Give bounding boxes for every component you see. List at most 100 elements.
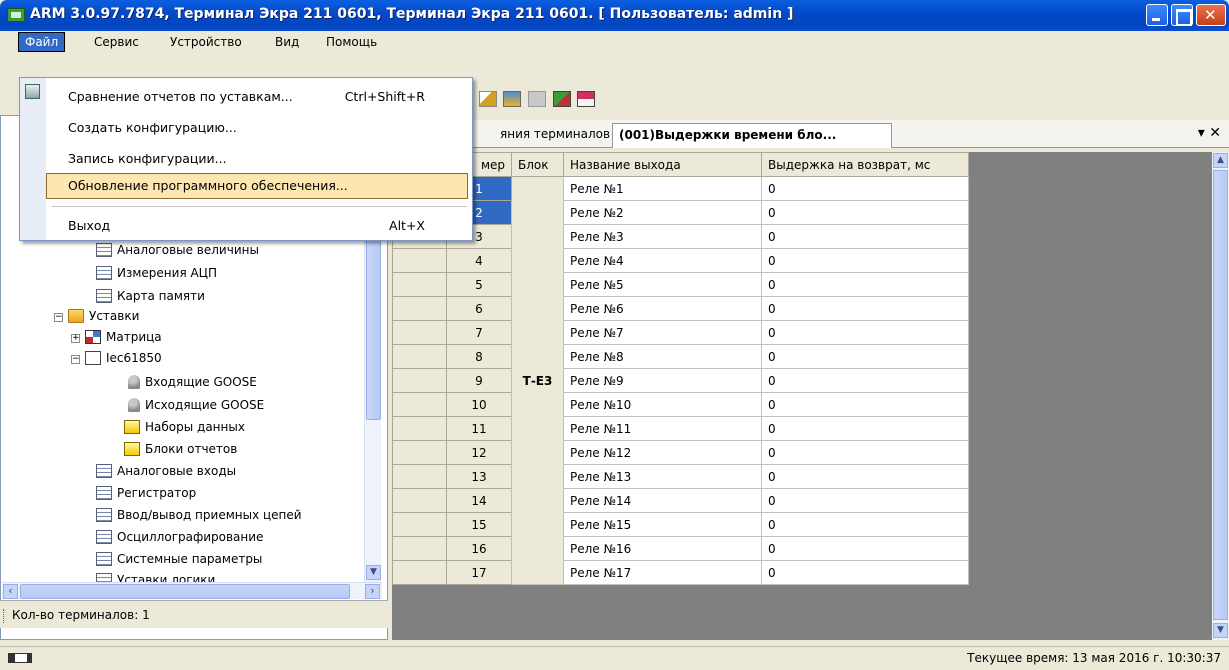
close-button[interactable] xyxy=(1196,4,1226,26)
column-header-name[interactable]: Название выхода xyxy=(563,152,762,177)
save-icon[interactable] xyxy=(503,91,521,107)
tree-item-recorder[interactable]: Регистратор xyxy=(96,483,196,503)
delay-cell[interactable]: 0 xyxy=(761,440,969,465)
tree-item-iec61850[interactable]: Iec61850 xyxy=(85,348,162,368)
delay-cell[interactable]: 0 xyxy=(761,200,969,225)
row-header[interactable] xyxy=(392,416,447,441)
output-name-cell[interactable]: Реле №13 xyxy=(563,464,762,489)
tree-item-logic-settings[interactable]: Уставки логики xyxy=(96,570,215,582)
row-header[interactable] xyxy=(392,392,447,417)
delay-cell[interactable]: 0 xyxy=(761,176,969,201)
expand-icon[interactable]: + xyxy=(71,334,80,343)
menu-item-compare-reports[interactable]: Сравнение отчетов по уставкам... Ctrl+Sh… xyxy=(47,85,467,109)
delay-cell[interactable]: 0 xyxy=(761,416,969,441)
table-row[interactable]: 1 Т-Е3 Реле №1 0 xyxy=(392,176,969,585)
output-name-cell[interactable]: Реле №7 xyxy=(563,320,762,345)
tree-item-system-params[interactable]: Системные параметры xyxy=(96,549,262,569)
tree-item-settings[interactable]: Уставки xyxy=(68,306,139,326)
row-header[interactable] xyxy=(392,368,447,393)
grid-vertical-scrollbar[interactable]: ▲ ▼ xyxy=(1212,152,1229,640)
delay-cell[interactable]: 0 xyxy=(761,224,969,249)
scroll-down-icon[interactable]: ▼ xyxy=(1213,623,1228,638)
collapse-icon[interactable]: − xyxy=(71,355,80,364)
table-row[interactable]: 4 Реле №4 0 xyxy=(392,248,969,273)
row-header[interactable] xyxy=(392,320,447,345)
output-name-cell[interactable]: Реле №14 xyxy=(563,488,762,513)
scroll-right-icon[interactable]: › xyxy=(365,584,380,599)
tree-item-receive-io[interactable]: Ввод/вывод приемных цепей xyxy=(96,505,302,525)
tree-item-report-blocks[interactable]: Блоки отчетов xyxy=(124,439,237,459)
tree-item-analog-values[interactable]: Аналоговые величины xyxy=(96,240,259,260)
row-header[interactable] xyxy=(392,344,447,369)
menu-device[interactable]: Устройство xyxy=(164,33,248,51)
menu-help[interactable]: Помощь xyxy=(320,33,383,51)
delay-cell[interactable]: 0 xyxy=(761,272,969,297)
menu-item-exit[interactable]: Выход Alt+X xyxy=(47,214,467,238)
table-row[interactable]: 7 Реле №7 0 xyxy=(392,320,969,345)
row-header[interactable] xyxy=(392,440,447,465)
table-row[interactable]: 5 Реле №5 0 xyxy=(392,272,969,297)
delay-cell[interactable]: 0 xyxy=(761,392,969,417)
delay-cell[interactable]: 0 xyxy=(761,344,969,369)
tree-item-adc[interactable]: Измерения АЦП xyxy=(96,263,217,283)
report-icon[interactable] xyxy=(577,91,595,107)
menu-service[interactable]: Сервис xyxy=(88,33,145,51)
tree-item-matrix[interactable]: Матрица xyxy=(85,327,162,347)
delay-cell[interactable]: 0 xyxy=(761,296,969,321)
tab-close-icon[interactable]: ▾ ✕ xyxy=(1198,125,1221,141)
menu-view[interactable]: Вид xyxy=(269,33,305,51)
row-header[interactable] xyxy=(392,464,447,489)
tab-terminal-state[interactable]: яния терминалов xyxy=(494,123,616,148)
disabled-icon[interactable] xyxy=(528,91,546,107)
column-header-block[interactable]: Блок xyxy=(511,152,564,177)
output-name-cell[interactable]: Реле №8 xyxy=(563,344,762,369)
table-row[interactable]: 15 Реле №15 0 xyxy=(392,512,969,537)
scroll-thumb[interactable] xyxy=(20,584,350,599)
output-name-cell[interactable]: Реле №1 xyxy=(563,176,762,201)
tree-item-analog-inputs[interactable]: Аналоговые входы xyxy=(96,461,236,481)
minimize-button[interactable] xyxy=(1146,4,1168,26)
delay-cell[interactable]: 0 xyxy=(761,536,969,561)
output-name-cell[interactable]: Реле №12 xyxy=(563,440,762,465)
table-row[interactable]: 16 Реле №16 0 xyxy=(392,536,969,561)
table-row[interactable]: 6 Реле №6 0 xyxy=(392,296,969,321)
delay-cell[interactable]: 0 xyxy=(761,488,969,513)
delay-cell[interactable]: 0 xyxy=(761,560,969,585)
output-name-cell[interactable]: Реле №9 xyxy=(563,368,762,393)
output-name-cell[interactable]: Реле №16 xyxy=(563,536,762,561)
table-row[interactable]: 17 Реле №17 0 xyxy=(392,560,969,585)
menu-item-update-software[interactable]: Обновление программного обеспечения... xyxy=(46,173,468,199)
menu-item-create-config[interactable]: Создать конфигурацию... xyxy=(47,116,467,140)
output-name-cell[interactable]: Реле №10 xyxy=(563,392,762,417)
table-row[interactable]: 13 Реле №13 0 xyxy=(392,464,969,489)
tree-item-oscillography[interactable]: Осциллографирование xyxy=(96,527,263,547)
table-row[interactable]: 10 Реле №10 0 xyxy=(392,392,969,417)
row-header[interactable] xyxy=(392,248,447,273)
maximize-button[interactable] xyxy=(1171,4,1193,26)
collapse-icon[interactable]: − xyxy=(54,313,63,322)
row-header[interactable] xyxy=(392,488,447,513)
block-cell[interactable]: Т-Е3 xyxy=(511,176,564,585)
row-header[interactable] xyxy=(392,296,447,321)
output-name-cell[interactable]: Реле №11 xyxy=(563,416,762,441)
output-name-cell[interactable]: Реле №3 xyxy=(563,224,762,249)
menu-file[interactable]: Файл xyxy=(17,32,66,52)
row-header[interactable] xyxy=(392,560,447,585)
menu-item-write-config[interactable]: Запись конфигурации... xyxy=(47,147,467,171)
delay-cell[interactable]: 0 xyxy=(761,464,969,489)
output-name-cell[interactable]: Реле №5 xyxy=(563,272,762,297)
scroll-left-icon[interactable]: ‹ xyxy=(3,584,18,599)
output-name-cell[interactable]: Реле №6 xyxy=(563,296,762,321)
scroll-down-icon[interactable]: ▼ xyxy=(366,565,381,580)
sync-icon[interactable] xyxy=(553,91,571,107)
tree-item-incoming-goose[interactable]: Входящие GOOSE xyxy=(128,372,257,392)
row-header[interactable] xyxy=(392,536,447,561)
scroll-thumb[interactable] xyxy=(1213,170,1228,620)
table-row[interactable]: 9 Реле №9 0 xyxy=(392,368,969,393)
row-header[interactable] xyxy=(392,272,447,297)
column-header-delay[interactable]: Выдержка на возврат, мс xyxy=(761,152,969,177)
tree-horizontal-scrollbar[interactable]: ‹ › xyxy=(2,582,382,599)
output-name-cell[interactable]: Реле №4 xyxy=(563,248,762,273)
table-row[interactable]: 14 Реле №14 0 xyxy=(392,488,969,513)
row-header[interactable] xyxy=(392,512,447,537)
